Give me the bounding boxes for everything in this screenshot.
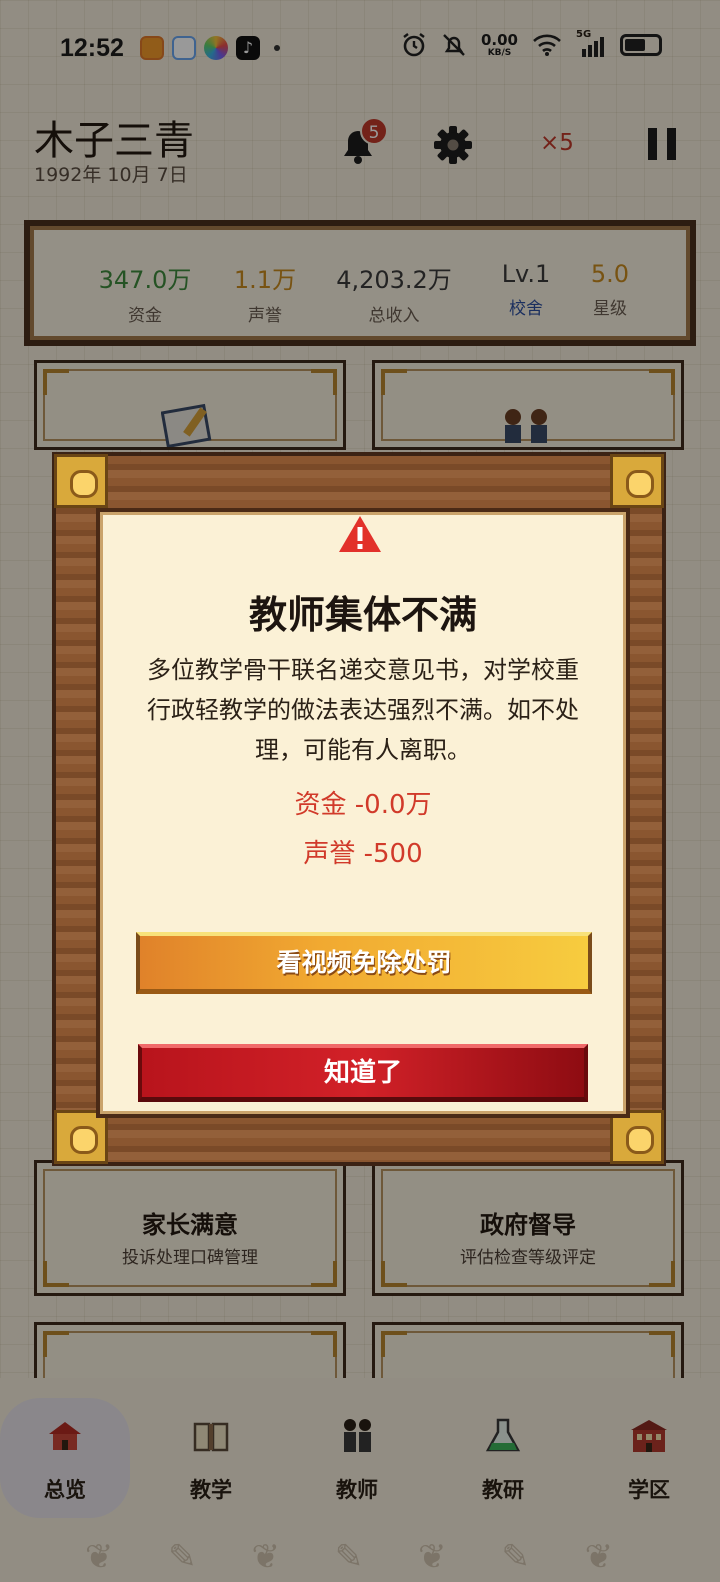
dialog-corner-ornament [610, 454, 664, 508]
dialog-corner-ornament [54, 454, 108, 508]
watch-video-button[interactable]: 看视频免除处罚 [136, 932, 592, 994]
cost-funds: 资金 -0.0万 [294, 790, 432, 820]
dialog-corner-ornament [54, 1110, 108, 1164]
dialog-title: 教师集体不满 [248, 593, 477, 637]
cost-reputation: 声誉 -500 [303, 839, 423, 869]
dialog-corner-ornament [610, 1110, 664, 1164]
warning-icon [339, 516, 381, 552]
acknowledge-button[interactable]: 知道了 [138, 1044, 588, 1102]
dialog-message: 多位教学骨干联名递交意见书，对学校重行政轻教学的做法表达强烈不满。如不处理，可能… [147, 656, 579, 764]
event-dialog: 教师集体不满 多位教学骨干联名递交意见书，对学校重行政轻教学的做法表达强烈不满。… [52, 452, 666, 1166]
